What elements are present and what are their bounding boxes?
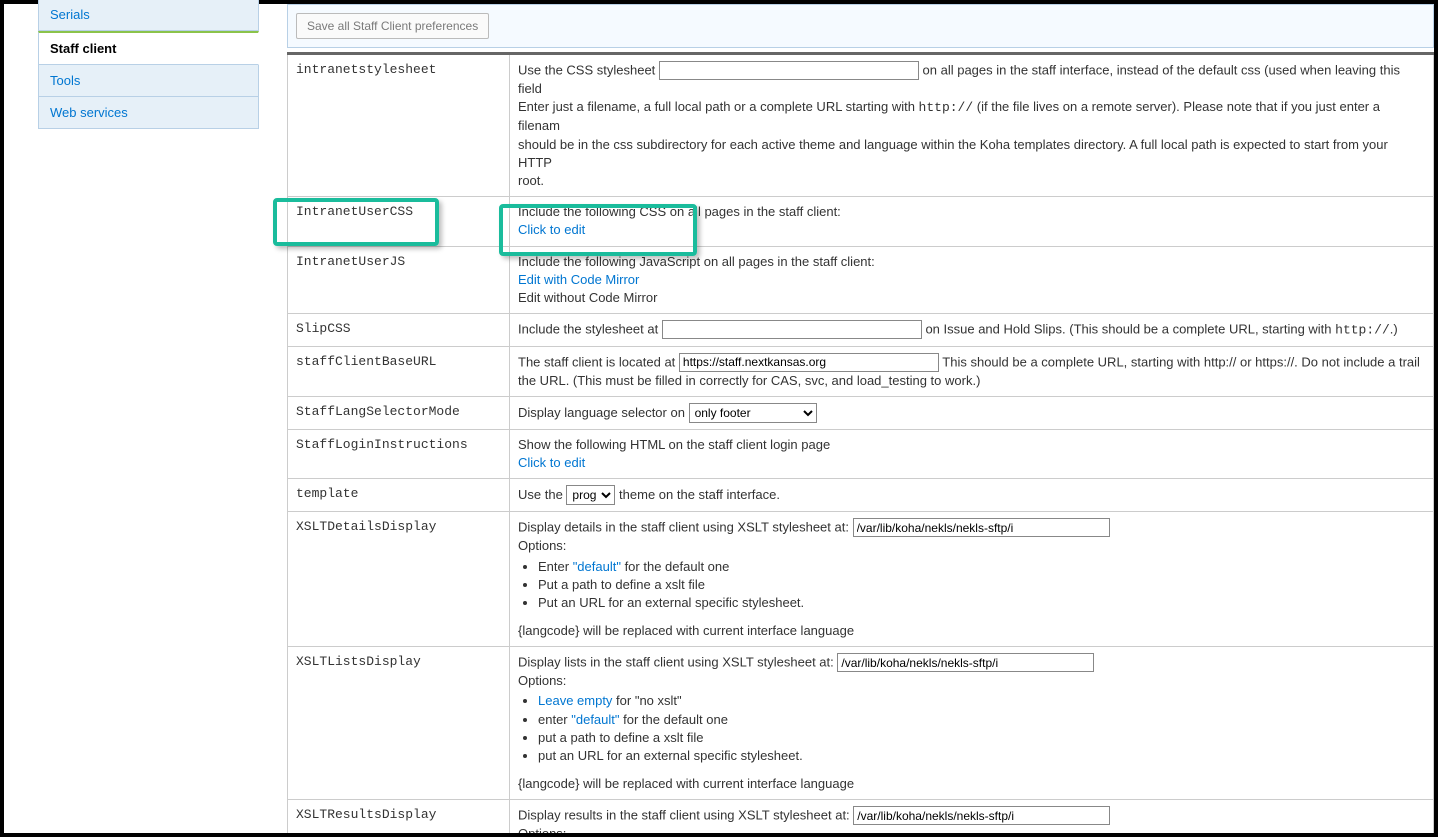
sidebar-item-web-services[interactable]: Web services xyxy=(38,97,259,129)
pref-value: Use the prog theme on the staff interfac… xyxy=(510,479,1434,512)
pref-name: XSLTDetailsDisplay xyxy=(288,512,510,647)
save-button[interactable]: Save all Staff Client preferences xyxy=(296,13,489,39)
click-to-edit-link[interactable]: Click to edit xyxy=(518,222,585,237)
slipcss-input[interactable] xyxy=(662,320,922,339)
pref-row-stafflogininstructions: StaffLoginInstructions Show the followin… xyxy=(288,429,1434,478)
pref-row-template: template Use the prog theme on the staff… xyxy=(288,479,1434,512)
click-to-edit-link[interactable]: Click to edit xyxy=(518,455,585,470)
nav-menu: Serials Staff client Tools Web services xyxy=(38,0,259,129)
pref-row-xsltlists: XSLTListsDisplay Display lists in the st… xyxy=(288,647,1434,800)
default-link[interactable]: "default" xyxy=(571,712,619,727)
pref-name: StaffLoginInstructions xyxy=(288,429,510,478)
pref-name: StaffLangSelectorMode xyxy=(288,396,510,429)
pref-value: Include the stylesheet at on Issue and H… xyxy=(510,314,1434,347)
sidebar-item-staff-client[interactable]: Staff client xyxy=(38,31,259,65)
xsltlists-input[interactable] xyxy=(837,653,1094,672)
edit-with-code-mirror-link[interactable]: Edit with Code Mirror xyxy=(518,272,639,287)
pref-name: SlipCSS xyxy=(288,314,510,347)
pref-name: staffClientBaseURL xyxy=(288,346,510,396)
pref-row-slipcss: SlipCSS Include the stylesheet at on Iss… xyxy=(288,314,1434,347)
pref-row-stafflangselectormode: StaffLangSelectorMode Display language s… xyxy=(288,396,1434,429)
pref-name: IntranetUserJS xyxy=(288,246,510,314)
pref-value: Use the CSS stylesheet on all pages in t… xyxy=(510,54,1434,197)
sidebar: Serials Staff client Tools Web services xyxy=(4,4,259,833)
leave-empty-link[interactable]: Leave empty xyxy=(538,693,612,708)
pref-row-staffclientbaseurl: staffClientBaseURL The staff client is l… xyxy=(288,346,1434,396)
pref-name: intranetstylesheet xyxy=(288,54,510,197)
staffclientbaseurl-input[interactable] xyxy=(679,353,939,372)
pref-row-xsltdetails: XSLTDetailsDisplay Display details in th… xyxy=(288,512,1434,647)
edit-without-code-mirror-text: Edit without Code Mirror xyxy=(518,290,657,305)
pref-row-intranetuserjs: IntranetUserJS Include the following Jav… xyxy=(288,246,1434,314)
default-link[interactable]: "default" xyxy=(573,559,621,574)
pref-row-xsltresults: XSLTResultsDisplay Display results in th… xyxy=(288,800,1434,833)
pref-value: Display details in the staff client usin… xyxy=(510,512,1434,647)
stafflangselectormode-select[interactable]: only footer xyxy=(689,403,817,423)
template-select[interactable]: prog xyxy=(566,485,615,505)
pref-value: Display results in the staff client usin… xyxy=(510,800,1434,833)
sidebar-item-serials[interactable]: Serials xyxy=(38,0,259,31)
pref-value: Include the following JavaScript on all … xyxy=(510,246,1434,314)
pref-value: Show the following HTML on the staff cli… xyxy=(510,429,1434,478)
pref-name: template xyxy=(288,479,510,512)
pref-row-intranetusercss: IntranetUserCSS Include the following CS… xyxy=(288,197,1434,246)
pref-name: XSLTListsDisplay xyxy=(288,647,510,800)
intranetstylesheet-input[interactable] xyxy=(659,61,919,80)
pref-value: Include the following CSS on all pages i… xyxy=(510,197,1434,246)
save-bar: Save all Staff Client preferences xyxy=(287,4,1434,48)
xsltresults-input[interactable] xyxy=(853,806,1110,825)
pref-row-intranetstylesheet: intranetstylesheet Use the CSS styleshee… xyxy=(288,54,1434,197)
pref-value: Display language selector on only footer xyxy=(510,396,1434,429)
pref-name: XSLTResultsDisplay xyxy=(288,800,510,833)
pref-name: IntranetUserCSS xyxy=(288,197,510,246)
xsltdetails-input[interactable] xyxy=(853,518,1110,537)
sidebar-item-tools[interactable]: Tools xyxy=(38,65,259,97)
content: Save all Staff Client preferences intran… xyxy=(259,4,1434,833)
pref-value: Display lists in the staff client using … xyxy=(510,647,1434,800)
prefs-table: intranetstylesheet Use the CSS styleshee… xyxy=(287,52,1434,833)
pref-value: The staff client is located at This shou… xyxy=(510,346,1434,396)
